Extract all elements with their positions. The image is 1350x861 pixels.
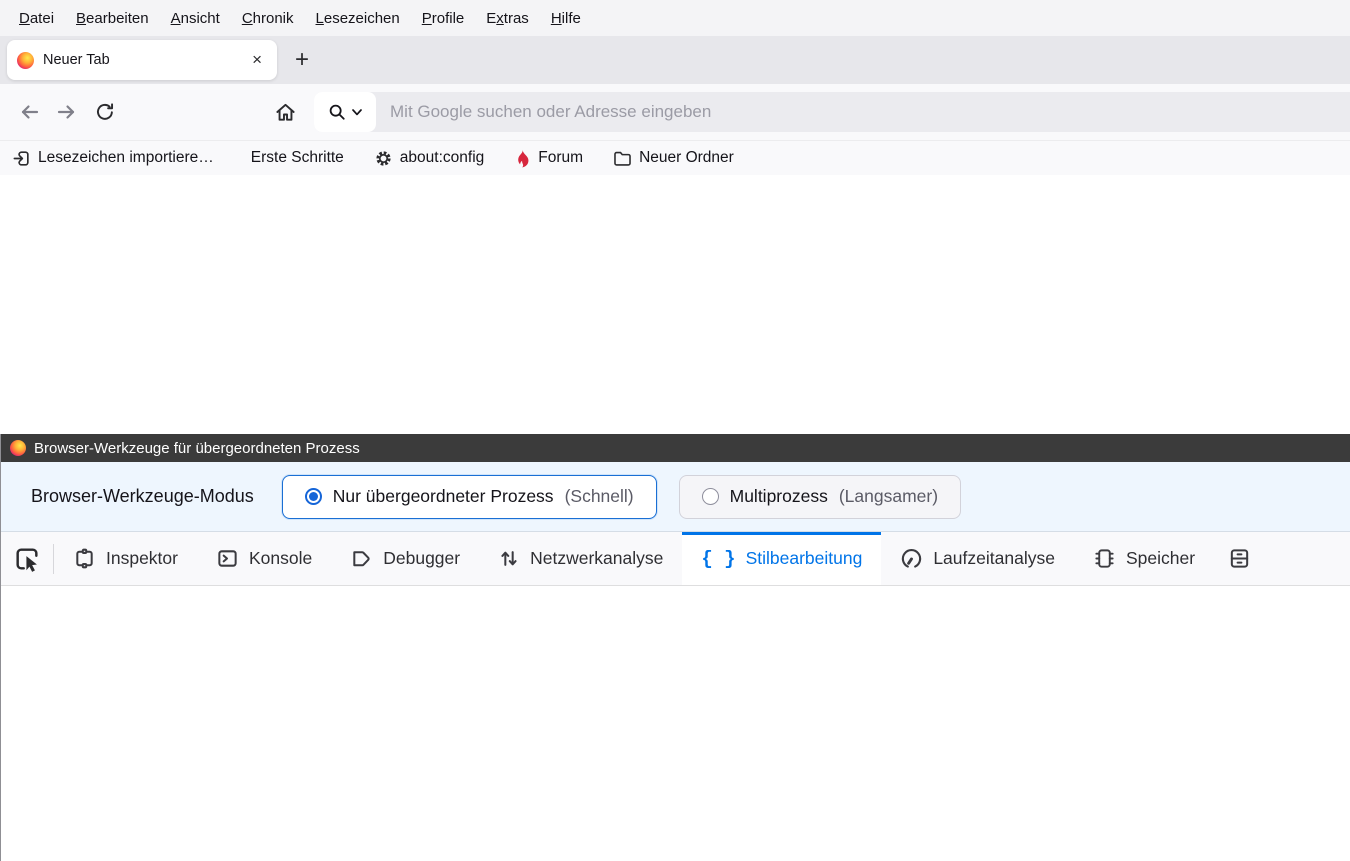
network-arrows-icon [498, 547, 520, 570]
bookmarks-toolbar: Lesezeichen importiere… Erste Schritte abo… [0, 141, 1350, 175]
node-picker-icon [13, 545, 41, 573]
devtools-tab-label: Stilbearbeitung [746, 548, 863, 569]
devtools-tab-performance[interactable]: Laufzeitanalyse [881, 532, 1074, 585]
menu-bar: DateiBearbeitenAnsichtChronikLesezeichen… [0, 0, 1350, 36]
devtools-tab-memory[interactable]: Speicher [1074, 532, 1214, 585]
bookmark-item[interactable]: Lesezeichen importiere… [12, 149, 214, 168]
mode-option-hint: (Langsamer) [839, 486, 938, 507]
back-button[interactable] [10, 93, 48, 131]
radio-icon [305, 488, 322, 505]
devtools-tab-styleeditor[interactable]: { } Stilbearbeitung [682, 532, 881, 585]
radio-icon [702, 488, 719, 505]
storage-icon [1228, 547, 1251, 570]
gauge-icon [900, 547, 923, 570]
devtools-tab-label: Speicher [1126, 548, 1195, 569]
devtools-tab-netmonitor[interactable]: Netzwerkanalyse [479, 532, 682, 585]
firefox-tab-icon [17, 52, 34, 69]
toolbox-mode-bar: Browser-Werkzeuge-Modus Nur übergeordnet… [1, 462, 1350, 532]
node-picker-button[interactable] [1, 532, 53, 585]
bookmark-item[interactable]: Forum [514, 149, 583, 168]
devtools-tab-label: Inspektor [106, 548, 178, 569]
devtools-tab-label: Laufzeitanalyse [933, 548, 1055, 569]
bookmark-label: Forum [538, 149, 583, 167]
navigation-bar [0, 84, 1350, 141]
browser-toolbox-window: Browser-Werkzeuge für übergeordneten Pro… [0, 434, 1350, 861]
mode-option-label: Nur übergeordneter Prozess [333, 486, 554, 507]
menu-ansicht[interactable]: Ansicht [160, 10, 231, 27]
menu-chronik[interactable]: Chronik [231, 10, 305, 27]
new-tab-button[interactable]: + [295, 46, 309, 74]
bookmark-item[interactable]: about:config [374, 149, 484, 168]
gear-icon [374, 149, 393, 168]
flame-icon [514, 149, 531, 168]
braces-icon: { } [701, 548, 735, 570]
tab-close-icon[interactable]: × [247, 50, 267, 70]
menu-profile[interactable]: Profile [411, 10, 476, 27]
url-input[interactable] [376, 102, 1350, 122]
folder-icon [613, 150, 632, 167]
mode-option-hint: (Schnell) [565, 486, 634, 507]
devtools-tab-label: Netzwerkanalyse [530, 548, 663, 569]
bookmark-label: Lesezeichen importiere… [38, 149, 214, 167]
chip-icon [1093, 547, 1116, 570]
home-button[interactable] [266, 93, 304, 131]
bookmark-item[interactable]: Erste Schritte [244, 149, 344, 167]
forward-button[interactable] [48, 93, 86, 131]
menu-bearbeiten[interactable]: Bearbeiten [65, 10, 160, 27]
reload-button[interactable] [86, 93, 124, 131]
devtools-tab-debugger[interactable]: Debugger [331, 532, 479, 585]
mode-option-label: Multiprozess [730, 486, 828, 507]
devtools-tab-bar: Inspektor Konsole Debugger Netzwerkanalyse {… [1, 532, 1350, 586]
bookmark-label: Erste Schritte [251, 149, 344, 167]
toolbox-title-bar: Browser-Werkzeuge für übergeordneten Pro… [1, 434, 1350, 462]
mode-option-radio[interactable]: Multiprozess (Langsamer) [679, 475, 961, 519]
console-icon [216, 547, 239, 570]
menu-lesezeichen[interactable]: Lesezeichen [305, 10, 411, 27]
firefox-window-icon [10, 440, 26, 456]
search-engine-chip[interactable] [314, 92, 376, 132]
menu-extras[interactable]: Extras [475, 10, 540, 27]
bookmark-label: Neuer Ordner [639, 149, 734, 167]
mode-options: Nur übergeordneter Prozess (Schnell) Multi… [282, 475, 961, 519]
toolbox-title: Browser-Werkzeuge für übergeordneten Pro… [34, 440, 360, 457]
search-icon [328, 103, 346, 121]
inspector-icon [73, 547, 96, 570]
devtools-tab-inspector[interactable]: Inspektor [54, 532, 197, 585]
chevron-down-icon [352, 109, 362, 116]
devtools-tab-label: Debugger [383, 548, 460, 569]
menu-datei[interactable]: Datei [8, 10, 65, 27]
url-bar[interactable] [314, 92, 1350, 132]
devtools-tab-storage[interactable] [1214, 532, 1259, 585]
mode-option-radio[interactable]: Nur übergeordneter Prozess (Schnell) [282, 475, 657, 519]
devtools-tab-console[interactable]: Konsole [197, 532, 331, 585]
bookmark-label: about:config [400, 149, 484, 167]
menu-hilfe[interactable]: Hilfe [540, 10, 592, 27]
page-content [0, 175, 1350, 434]
debugger-icon [350, 547, 373, 570]
bookmark-item[interactable]: Neuer Ordner [613, 149, 734, 167]
devtools-tab-label: Konsole [249, 548, 312, 569]
mode-label: Browser-Werkzeuge-Modus [31, 486, 254, 507]
browser-tab[interactable]: Neuer Tab × [7, 40, 277, 80]
tab-title: Neuer Tab [43, 52, 247, 68]
import-bookmarks-icon [12, 149, 31, 168]
tab-strip: Neuer Tab × + [0, 36, 1350, 84]
